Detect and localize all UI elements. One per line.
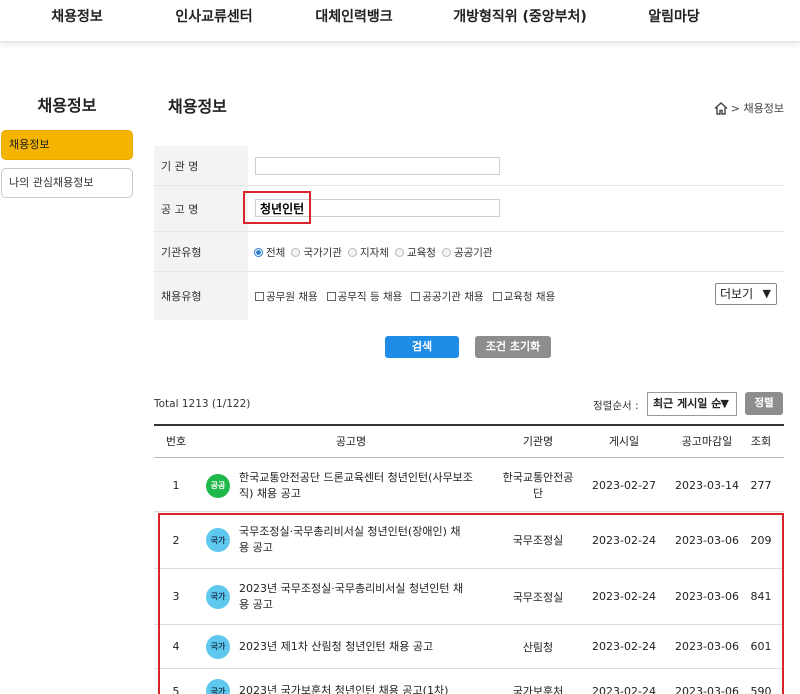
breadcrumb-current[interactable]: > 채용정보: [731, 100, 784, 116]
public-badge: 공공: [206, 473, 230, 498]
column-header-posted: 게시일: [608, 435, 640, 448]
form-row-recruit-type: 채용유형 공무원 채용 공무직 등 채용 공공기관 채용 교육청 채용: [154, 272, 784, 320]
column-header-views: 조회: [750, 435, 772, 448]
radio-label: 지자체: [359, 246, 389, 259]
row-org: 한국교통안전공단: [502, 470, 574, 500]
radio-all[interactable]: 전체: [254, 245, 285, 260]
nav-item-notice[interactable]: 알림마당: [648, 6, 700, 26]
top-navigation: 채용정보 인사교류센터 대체인력뱅크 개방형직위 (중앙부처) 알림마당: [0, 0, 800, 42]
checkbox[interactable]: [326, 291, 336, 301]
check-education-office[interactable]: 교육청 채용: [492, 289, 556, 304]
radio-button[interactable]: [254, 247, 263, 257]
check-civil-servant[interactable]: 공무원 채용: [255, 289, 318, 304]
radio-public-institution[interactable]: 공공기관: [441, 245, 493, 260]
sort-button[interactable]: 정렬: [745, 392, 783, 415]
table-header: 번호 공고명 기관명 게시일 공고마감일 조회: [154, 424, 784, 458]
nav-item-hr-exchange[interactable]: 인사교류센터: [175, 6, 252, 26]
radio-education-office[interactable]: 교육청: [394, 245, 436, 260]
org-type-radio-group: 전체 국가기관 지자체 교육청 공공기관: [254, 232, 495, 272]
nav-item-open-position[interactable]: 개방형직위 (중앙부처): [453, 6, 587, 26]
checkbox[interactable]: [492, 291, 502, 301]
checkbox[interactable]: [411, 291, 421, 301]
checkbox[interactable]: [255, 291, 264, 301]
radio-label: 공공기관: [453, 246, 493, 259]
radio-button[interactable]: [394, 247, 404, 257]
column-header-no: 번호: [165, 435, 187, 448]
table-row[interactable]: 1 공공 한국교통안전공단 드론교육센터 청년인턴(사무보조직) 채용 공고 한…: [154, 460, 784, 512]
more-dropdown[interactable]: 더보기 ▼: [715, 283, 777, 305]
home-icon[interactable]: [714, 101, 728, 115]
search-button[interactable]: 검색: [385, 336, 459, 358]
form-row-org-type: 기관유형 전체 국가기관 지자체 교육청 공공기관: [154, 232, 784, 272]
radio-label: 국가기관: [303, 246, 342, 259]
org-name-input[interactable]: [255, 157, 500, 175]
sort-dropdown-value: 최근 게시일 순: [653, 397, 722, 410]
checkbox-label: 공공기관 채용: [422, 290, 484, 303]
radio-label: 전체: [266, 246, 286, 259]
total-count: Total 1213 (1/122): [154, 398, 251, 410]
sidebar-title: 채용정보: [37, 96, 97, 115]
org-name-label: 기 관 명: [154, 146, 248, 186]
org-type-label: 기관유형: [154, 232, 248, 272]
radio-national[interactable]: 국가기관: [291, 245, 342, 260]
row-views: 277: [750, 479, 772, 492]
radio-local-gov[interactable]: 지자체: [347, 245, 389, 260]
sidebar-item-my-interest[interactable]: 나의 관심채용정보: [1, 168, 133, 198]
column-header-title: 공고명: [335, 435, 367, 448]
triangle-down-icon: ▼: [720, 397, 729, 410]
notice-name-label: 공 고 명: [154, 186, 248, 232]
check-public-service[interactable]: 공무직 등 채용: [326, 289, 403, 304]
column-header-org: 기관명: [522, 435, 554, 448]
row-number: 1: [172, 479, 180, 492]
radio-button[interactable]: [347, 247, 357, 257]
checkbox-label: 공무직 등 채용: [337, 290, 403, 303]
recruit-type-check-group: 공무원 채용 공무직 등 채용 공공기관 채용 교육청 채용: [255, 272, 555, 320]
checkbox-label: 교육청 채용: [503, 290, 556, 303]
highlight-rows-box: [158, 513, 784, 694]
row-deadline: 2023-03-14: [675, 479, 739, 492]
recruit-type-label: 채용유형: [154, 272, 248, 320]
reset-button[interactable]: 조건 초기화: [475, 336, 551, 358]
form-row-org-name: 기 관 명: [154, 146, 784, 186]
triangle-down-icon: ▼: [762, 287, 771, 300]
search-form: 기 관 명 공 고 명 기관유형 전체 국가기관 지자체 교육청 공공기관 채용…: [154, 146, 784, 320]
breadcrumb: > 채용정보: [714, 100, 784, 116]
more-dropdown-label: 더보기: [720, 287, 754, 301]
results-table: 번호 공고명 기관명 게시일 공고마감일 조회 1 공공 한국교통안전공단 드론…: [154, 424, 784, 694]
row-posted-date: 2023-02-27: [592, 479, 656, 492]
sort-label: 정렬순서 :: [593, 400, 639, 412]
checkbox-label: 공무원 채용: [266, 290, 318, 303]
radio-label: 교육청: [406, 246, 436, 259]
page-title: 채용정보: [168, 97, 227, 116]
radio-button[interactable]: [291, 247, 301, 257]
nav-item-substitute-bank[interactable]: 대체인력뱅크: [315, 6, 392, 26]
row-title-cell: 공공 한국교통안전공단 드론교육센터 청년인턴(사무보조직) 채용 공고: [206, 460, 476, 511]
radio-button[interactable]: [441, 247, 451, 257]
nav-item-recruit[interactable]: 채용정보: [51, 6, 103, 26]
row-title-link[interactable]: 한국교통안전공단 드론교육센터 청년인턴(사무보조직) 채용 공고: [239, 470, 476, 502]
column-header-deadline: 공고마감일: [681, 435, 733, 448]
check-public-institution[interactable]: 공공기관 채용: [411, 289, 484, 304]
form-row-notice-name: 공 고 명: [154, 186, 784, 232]
sidebar-item-recruit-info[interactable]: 채용정보: [1, 130, 133, 160]
highlight-box: [243, 191, 311, 224]
sort-dropdown[interactable]: 최근 게시일 순 ▼: [647, 392, 737, 416]
